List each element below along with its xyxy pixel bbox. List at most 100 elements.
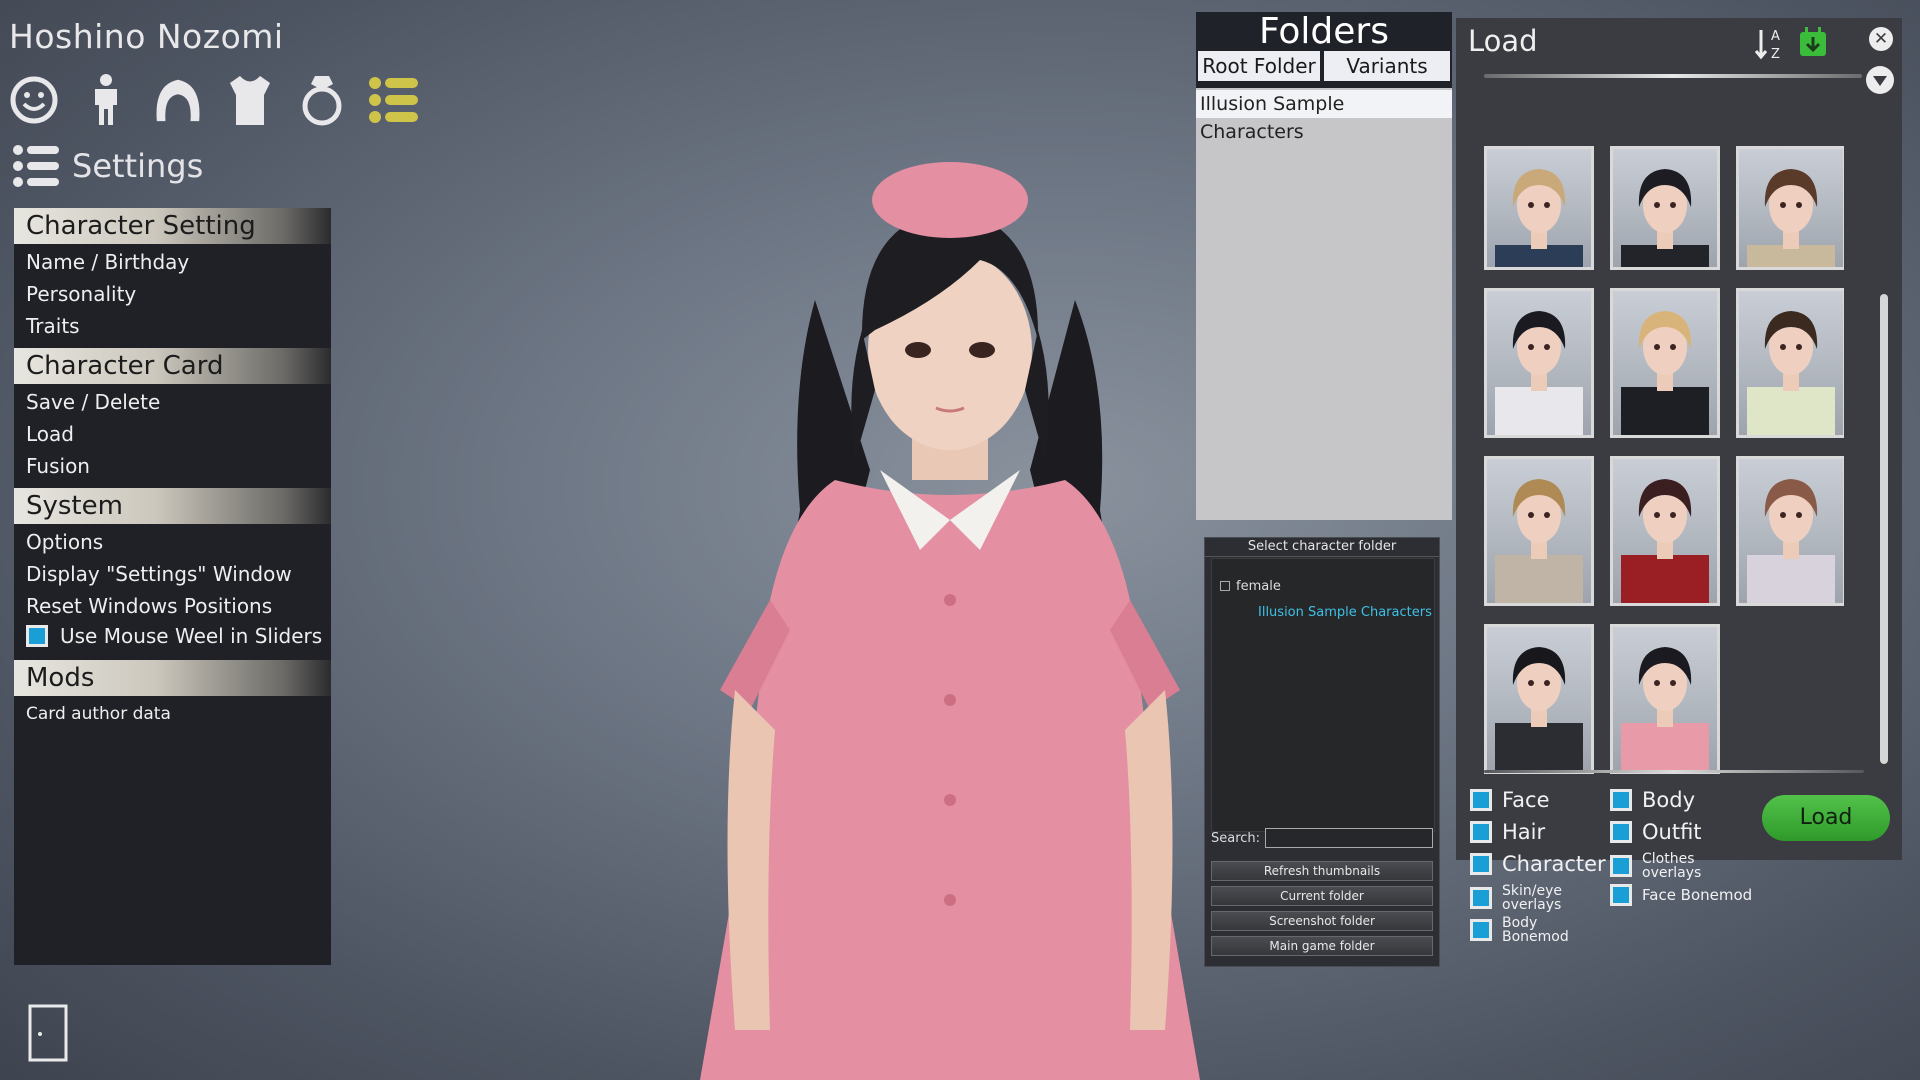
close-icon[interactable]: ✕ [1869,27,1893,51]
character-checkbox[interactable] [1470,853,1492,875]
body-checkbox[interactable] [1610,789,1632,811]
tree-node-female[interactable]: female [1220,579,1281,594]
main-game-folder-button[interactable]: Main game folder [1211,936,1433,956]
clothes-overlays-checkbox[interactable] [1610,855,1632,877]
menu-card-author-data[interactable]: Card author data [26,704,171,724]
option-character-label: Character [1502,852,1606,876]
skin-eye-overlays-checkbox[interactable] [1470,887,1492,909]
settings-header: Settings [12,142,203,190]
option-clothes-overlays[interactable]: Clothes overlays [1610,852,1702,880]
face-bonemod-checkbox[interactable] [1610,884,1632,906]
folders-tabs: Root Folder Variants [1196,48,1452,88]
mouse-wheel-checkbox[interactable] [26,625,48,647]
load-panel: Load A Z ✕ Face Body Hair Outfit Charact… [1456,18,1902,880]
folder-tree: female Illusion Sample Characters [1211,558,1435,832]
section-system: System [14,488,331,524]
option-hair-label: Hair [1502,820,1546,844]
settings-title: Settings [72,147,204,185]
section-character-card: Character Card [14,348,331,384]
thumbnail-portrait [1747,479,1835,603]
load-divider-top [1484,74,1862,78]
folders-title: Folders [1196,12,1452,52]
folder-entry-illusion[interactable]: Illusion Sample Characters [1196,90,1452,143]
menu-name-birthday[interactable]: Name / Birthday [26,250,189,274]
sort-az-icon[interactable]: A Z [1754,26,1788,62]
search-input[interactable] [1265,828,1433,848]
thumbnail-portrait [1747,169,1835,267]
thumbnail[interactable] [1484,456,1594,606]
thumbnail-portrait [1495,311,1583,435]
menu-load[interactable]: Load [26,422,74,446]
load-title: Load [1468,24,1538,58]
option-body-bonemod-label: Body Bonemod [1502,915,1569,945]
option-face-label: Face [1502,788,1550,812]
select-folder-title: Select character folder [1205,538,1439,557]
collapse-icon[interactable] [1220,580,1230,591]
option-skin-eye-overlays[interactable]: Skin/eye overlays [1470,884,1566,912]
thumbnail[interactable] [1484,288,1594,438]
section-mods: Mods [14,660,331,696]
tab-root-folder[interactable]: Root Folder [1198,51,1320,81]
thumbnail-portrait [1495,647,1583,771]
option-face-bonemod-label: Face Bonemod [1642,886,1753,904]
folders-panel: Folders Root Folder Variants Illusion Sa… [1196,12,1452,520]
mouse-wheel-label: Use Mouse Weel in Sliders [60,624,323,648]
option-outfit[interactable]: Outfit [1610,820,1702,844]
tree-node-female-label: female [1236,579,1281,594]
body-icon[interactable] [80,70,132,130]
menu-reset-window-positions[interactable]: Reset Windows Positions [26,594,272,618]
tree-node-illusion[interactable]: Illusion Sample Characters [1258,605,1432,620]
thumbnail[interactable] [1610,288,1720,438]
section-character-setting: Character Setting [14,208,331,244]
refresh-thumbnails-button[interactable]: Refresh thumbnails [1211,861,1433,881]
clothes-icon[interactable] [224,70,276,130]
option-face[interactable]: Face [1470,788,1550,812]
thumbnail[interactable] [1736,456,1844,606]
face-checkbox[interactable] [1470,789,1492,811]
screenshot-folder-button[interactable]: Screenshot folder [1211,911,1433,931]
thumbnail[interactable] [1610,146,1720,270]
menu-fusion[interactable]: Fusion [26,454,90,478]
option-body-bonemod[interactable]: Body Bonemod [1470,915,1569,945]
category-toolbar [8,70,420,130]
menu-personality[interactable]: Personality [26,282,136,306]
menu-traits[interactable]: Traits [26,314,80,338]
face-icon[interactable] [8,70,60,130]
character-name: Hoshino Nozomi [9,17,284,56]
menu-options[interactable]: Options [26,530,103,554]
option-body-label: Body [1642,788,1696,812]
exit-door-icon[interactable] [28,1004,68,1062]
thumbnail-portrait [1495,479,1583,603]
option-body[interactable]: Body [1610,788,1695,812]
thumbnail[interactable] [1736,146,1844,270]
thumbnail[interactable] [1736,288,1844,438]
settings-list-icon [13,145,59,187]
body-bonemod-checkbox[interactable] [1470,919,1492,941]
select-folder-panel: Select character folder female Illusion … [1204,537,1440,967]
chevron-down-icon[interactable] [1866,66,1894,94]
thumbnail-grid [1484,100,1844,776]
thumbnail[interactable] [1610,624,1720,774]
option-hair[interactable]: Hair [1470,820,1545,844]
accessory-icon[interactable] [296,70,348,130]
hair-icon[interactable] [152,70,204,130]
load-button[interactable]: Load [1762,795,1890,841]
thumbnail[interactable] [1610,456,1720,606]
outfit-checkbox[interactable] [1610,821,1632,843]
tab-variants[interactable]: Variants [1324,51,1450,81]
menu-display-settings-window[interactable]: Display "Settings" Window [26,562,292,586]
menu-save-delete[interactable]: Save / Delete [26,390,160,414]
thumbnail-scrollbar[interactable] [1880,294,1888,764]
option-character[interactable]: Character [1470,852,1606,876]
option-face-bonemod[interactable]: Face Bonemod [1610,884,1752,906]
save-green-icon[interactable] [1798,26,1828,58]
mouse-wheel-toggle[interactable]: Use Mouse Weel in Sliders [26,624,322,648]
thumbnail-portrait [1621,647,1709,771]
hair-checkbox[interactable] [1470,821,1492,843]
option-outfit-label: Outfit [1642,820,1702,844]
thumbnail[interactable] [1484,146,1594,270]
thumbnail[interactable] [1484,624,1594,774]
list-icon[interactable] [368,70,420,130]
current-folder-button[interactable]: Current folder [1211,886,1433,906]
settings-panel: Character Setting Name / Birthday Person… [14,208,331,965]
